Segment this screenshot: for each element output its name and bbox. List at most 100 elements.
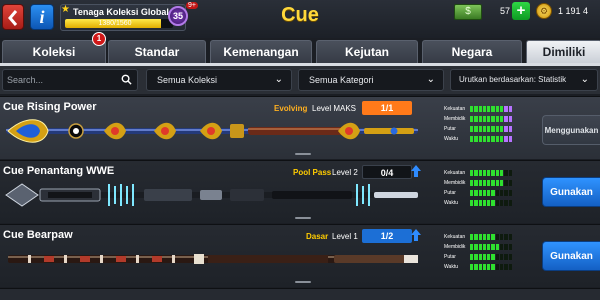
stat-segment: [508, 116, 512, 122]
collection-power-panel[interactable]: ★ Tenaga Koleksi Global 1380/1560: [60, 4, 186, 31]
stat-segment: [482, 136, 487, 142]
stat-segment: [495, 244, 500, 250]
stat-segment: [504, 234, 508, 240]
cue-row[interactable]: Cue Rising Power Evolving Level MAKS 1/1…: [0, 96, 600, 159]
stat-segment: [487, 136, 491, 142]
collection-filter-value: Semua Koleksi: [157, 75, 218, 85]
stat-segment: [474, 264, 478, 270]
search-input[interactable]: [7, 70, 117, 90]
stat-segment: [491, 264, 495, 270]
tab-koleksi[interactable]: Koleksi: [2, 40, 106, 64]
upgrade-arrow-icon[interactable]: [410, 164, 422, 178]
stat-segment: [478, 180, 482, 186]
stat-segment: [491, 116, 495, 122]
collection-power-title: Tenaga Koleksi Global: [73, 7, 169, 17]
cue-name: Cue Penantang WWE: [3, 165, 115, 177]
tab-kejutan[interactable]: Kejutan: [316, 40, 418, 64]
stat-row: Putar: [444, 125, 514, 133]
collection-filter-dropdown[interactable]: Semua Koleksi ⌄: [146, 69, 292, 91]
stat-segment: [482, 264, 487, 270]
stat-label: Kekuatan: [444, 234, 466, 240]
stat-segment: [482, 200, 487, 206]
stat-segment: [474, 190, 478, 196]
cue-image-rising-power: [6, 119, 418, 143]
stat-segment: [508, 200, 512, 206]
tab-notification-badge: 1: [92, 32, 106, 46]
stat-segment: [491, 244, 495, 250]
stat-segment: [470, 116, 474, 122]
stat-segment: [508, 190, 512, 196]
cue-level: Level MAKS: [312, 104, 357, 113]
stat-segment: [500, 106, 504, 112]
stat-segment: [470, 234, 474, 240]
back-button[interactable]: [2, 4, 24, 30]
stat-segment: [500, 190, 504, 196]
tab-dimiliki[interactable]: Dimiliki: [526, 40, 600, 64]
stat-segment: [470, 264, 474, 270]
tab-kemenangan[interactable]: Kemenangan: [210, 40, 312, 64]
tab-negara[interactable]: Negara: [422, 40, 522, 64]
stat-segment: [487, 200, 491, 206]
stat-label: Kekuatan: [444, 170, 466, 176]
sort-dropdown[interactable]: Urutkan berdasarkan: Statistik ⌄: [450, 69, 598, 91]
stat-segment: [504, 136, 508, 142]
stat-segment: [491, 254, 495, 260]
stat-segment: [482, 244, 487, 250]
stat-segment: [495, 136, 500, 142]
stat-segment: [495, 180, 500, 186]
cue-progress: 0/4: [362, 165, 412, 179]
stat-segment: [495, 116, 500, 122]
stat-segment: [470, 170, 474, 176]
cue-tier: Evolving: [274, 104, 308, 113]
stat-segment: [508, 180, 512, 186]
stat-segment: [491, 126, 495, 132]
category-filter-dropdown[interactable]: Semua Kategori ⌄: [298, 69, 444, 91]
add-cash-button[interactable]: +: [512, 2, 530, 20]
stat-segment: [504, 254, 508, 260]
stat-segment: [495, 200, 500, 206]
stat-segment: [500, 116, 504, 122]
stat-row: Waktu: [444, 263, 514, 271]
stat-row: Putar: [444, 189, 514, 197]
stat-segment: [470, 180, 474, 186]
search-icon[interactable]: [121, 74, 132, 85]
stat-segment: [470, 200, 474, 206]
stat-segment: [504, 106, 508, 112]
stat-segment: [482, 190, 487, 196]
use-button[interactable]: Gunakan: [542, 241, 600, 271]
stat-segment: [474, 200, 478, 206]
stat-segment: [482, 170, 487, 176]
stat-segment: [478, 254, 482, 260]
stat-segment: [478, 136, 482, 142]
stat-segment: [487, 254, 491, 260]
stat-segment: [470, 126, 474, 132]
stat-segment: [482, 116, 487, 122]
stat-row: Membidik: [444, 243, 514, 251]
next-cue-row: [0, 288, 600, 300]
stat-bar: [470, 116, 512, 122]
use-button[interactable]: Gunakan: [542, 177, 600, 207]
sort-value: Urutkan berdasarkan: Statistik: [459, 75, 567, 84]
stat-segment: [491, 190, 495, 196]
tab-standar[interactable]: Standar: [108, 40, 206, 64]
stat-segment: [495, 264, 500, 270]
stat-segment: [504, 180, 508, 186]
in-use-button[interactable]: Menggunakan: [542, 115, 600, 145]
cash-icon: $: [454, 4, 482, 20]
stat-segment: [470, 190, 474, 196]
cue-tier: Dasar: [306, 232, 329, 241]
coin-icon: ⚙: [536, 3, 552, 19]
cue-row[interactable]: Cue Bearpaw Dasar Level 1 1/2 Kekuatan Me…: [0, 224, 600, 287]
stat-segment: [487, 234, 491, 240]
stat-segment: [478, 116, 482, 122]
stat-segment: [500, 254, 504, 260]
stat-segment: [482, 254, 487, 260]
cue-row[interactable]: Cue Penantang WWE Pool Pass Level 2 0/4 …: [0, 160, 600, 223]
info-button[interactable]: i: [30, 4, 54, 30]
stat-segment: [487, 170, 491, 176]
stat-bar: [470, 180, 512, 186]
cue-progress: 1/1: [362, 101, 412, 115]
stat-segment: [508, 126, 512, 132]
upgrade-arrow-icon[interactable]: [410, 228, 422, 242]
stat-segment: [487, 126, 491, 132]
